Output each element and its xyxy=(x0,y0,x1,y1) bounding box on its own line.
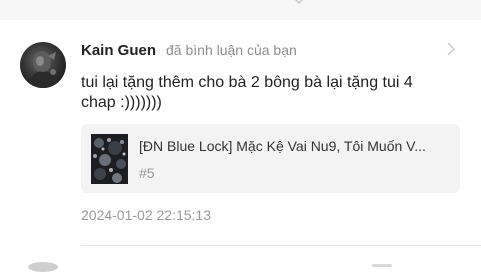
user-name[interactable]: Kain Guen xyxy=(81,42,156,59)
comment-header: Kain Guen đã bình luận của bạn xyxy=(81,42,297,62)
chapter-card[interactable]: [ĐN Blue Lock] Mặc Kệ Vai Nu9, Tôi Muốn … xyxy=(81,124,460,193)
chevron-right-icon[interactable] xyxy=(446,42,456,56)
story-cover-thumbnail xyxy=(91,134,128,184)
comment-timestamp: 2024-01-02 22:15:13 xyxy=(81,207,211,223)
user-avatar[interactable] xyxy=(20,42,66,88)
chapter-number: #5 xyxy=(139,165,155,181)
divider xyxy=(81,245,481,246)
avatar-image xyxy=(28,51,60,88)
comment-text: tui lại tặng thêm cho bà 2 bông bà lại t… xyxy=(81,74,413,111)
previous-item-strip xyxy=(0,0,481,20)
story-title: [ĐN Blue Lock] Mặc Kệ Vai Nu9, Tôi Muốn … xyxy=(139,138,426,154)
action-text: đã bình luận của bạn xyxy=(166,42,297,58)
next-item-avatar-peek xyxy=(28,262,58,272)
chevron-down-icon xyxy=(294,0,304,5)
